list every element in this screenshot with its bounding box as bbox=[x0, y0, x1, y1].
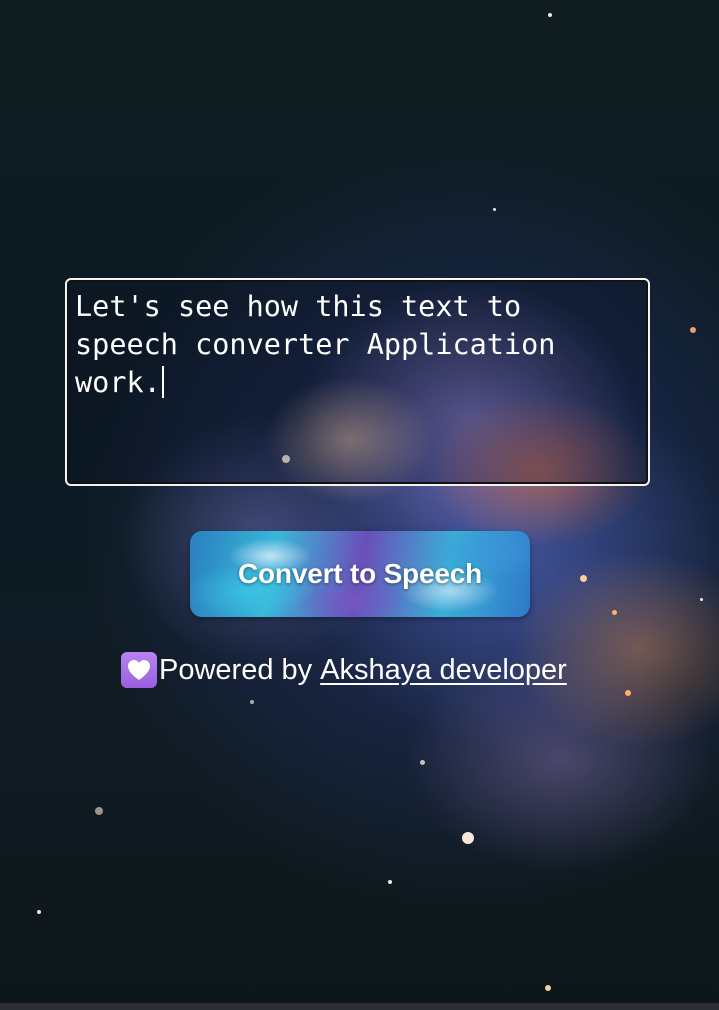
background-star bbox=[388, 880, 392, 884]
background-star bbox=[462, 832, 474, 844]
background-star bbox=[580, 575, 587, 582]
background-star bbox=[690, 327, 696, 333]
convert-to-speech-button[interactable]: Convert to Speech bbox=[190, 531, 530, 617]
background-star bbox=[545, 985, 551, 991]
speech-text-value[interactable]: Let's see how this text to speech conver… bbox=[75, 288, 640, 402]
speech-text-content: Let's see how this text to speech conver… bbox=[75, 290, 573, 399]
background-star bbox=[493, 208, 496, 211]
heart-icon-shape bbox=[128, 660, 150, 680]
background-star bbox=[37, 910, 41, 914]
background-star bbox=[548, 13, 552, 17]
background-star bbox=[612, 610, 617, 615]
convert-button-label: Convert to Speech bbox=[238, 558, 482, 589]
app-screen: Let's see how this text to speech conver… bbox=[0, 0, 719, 1010]
powered-by-footer: Powered by Akshaya developer bbox=[121, 650, 567, 690]
background-star bbox=[250, 700, 254, 704]
bottom-navigation-bar bbox=[0, 1003, 719, 1010]
text-caret bbox=[161, 366, 164, 398]
background-star bbox=[625, 690, 631, 696]
background-star bbox=[420, 760, 425, 765]
heart-icon bbox=[121, 652, 157, 688]
background-star bbox=[700, 598, 703, 601]
powered-by-text: Powered by bbox=[159, 653, 313, 686]
speech-text-input[interactable]: Let's see how this text to speech conver… bbox=[65, 278, 650, 486]
developer-link[interactable]: Akshaya developer bbox=[320, 654, 567, 687]
background-star bbox=[95, 807, 103, 815]
